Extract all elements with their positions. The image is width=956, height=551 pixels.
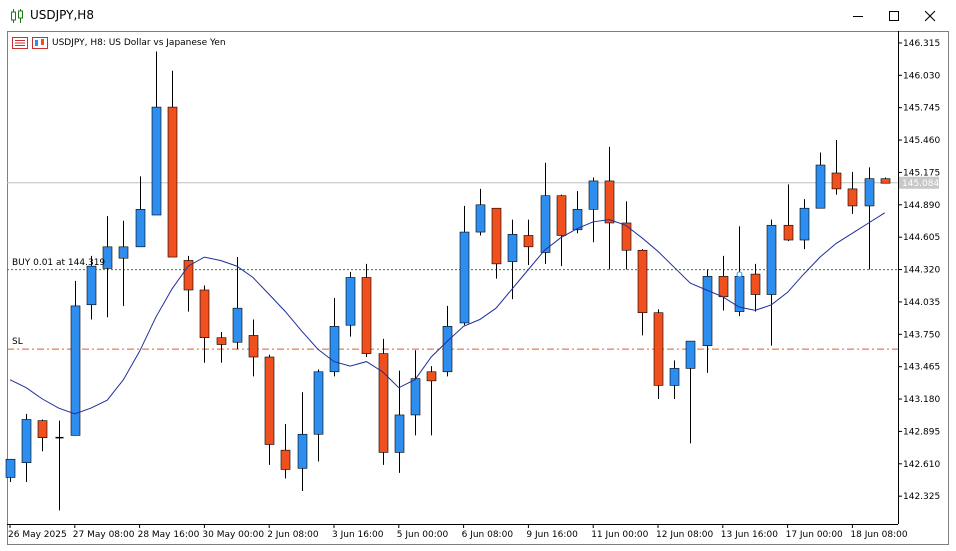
price-tick-label: 144.320 bbox=[903, 266, 940, 276]
candle bbox=[378, 338, 389, 465]
price-tick-label: 144.035 bbox=[903, 298, 940, 308]
time-tick-label: 27 May 08:00 bbox=[73, 530, 135, 540]
time-tick-label: 28 May 16:00 bbox=[138, 530, 200, 540]
candle-body bbox=[280, 449, 291, 470]
candle-body bbox=[588, 180, 599, 210]
current-price-label: 145.084 bbox=[902, 179, 939, 189]
candle-body bbox=[750, 273, 761, 295]
price-tick-label: 143.465 bbox=[903, 363, 940, 373]
time-tick-label: 9 Jun 16:00 bbox=[526, 530, 578, 540]
candle-body bbox=[475, 204, 486, 233]
price-tick-label: 144.605 bbox=[903, 233, 940, 243]
price-chart[interactable]: 146.315146.030145.745145.460145.175144.8… bbox=[0, 0, 956, 551]
candle-body bbox=[540, 195, 551, 253]
price-tick-label: 145.745 bbox=[903, 104, 940, 114]
candle-body bbox=[815, 164, 826, 209]
candle-body bbox=[86, 265, 97, 306]
price-tick-label: 142.610 bbox=[903, 460, 940, 470]
candle-body bbox=[831, 172, 842, 190]
candle-body bbox=[21, 419, 32, 463]
price-tick-label: 142.325 bbox=[903, 492, 940, 502]
candle-body bbox=[329, 326, 340, 373]
candle-body bbox=[361, 277, 372, 354]
price-tick-label: 143.180 bbox=[903, 395, 940, 405]
time-tick-label: 2 Jun 08:00 bbox=[267, 530, 319, 540]
candle-body bbox=[847, 188, 858, 207]
candle-body bbox=[880, 178, 891, 184]
candle-body bbox=[669, 368, 680, 386]
candle-body bbox=[783, 224, 794, 241]
candle-body bbox=[264, 356, 275, 445]
candle-body bbox=[37, 420, 48, 438]
time-tick-label: 11 Jun 00:00 bbox=[591, 530, 648, 540]
candle-body bbox=[410, 378, 421, 416]
buy-order-label[interactable]: BUY 0.01 at 144.319 bbox=[12, 258, 105, 268]
trade-entry-marker bbox=[736, 271, 743, 278]
candle bbox=[361, 263, 372, 358]
time-tick-label: 6 Jun 08:00 bbox=[462, 530, 514, 540]
candle-body bbox=[604, 180, 615, 224]
candle-body bbox=[183, 260, 194, 291]
candle-body bbox=[297, 433, 308, 469]
time-tick-label: 13 Jun 16:00 bbox=[721, 530, 778, 540]
candle-body bbox=[459, 231, 470, 324]
candle-body bbox=[5, 458, 16, 478]
time-tick-label: 26 May 2025 bbox=[8, 530, 67, 540]
candle bbox=[653, 309, 664, 400]
candle-body bbox=[442, 326, 453, 373]
candle-body bbox=[199, 289, 210, 339]
price-tick-label: 142.895 bbox=[903, 427, 940, 437]
candle-body bbox=[70, 305, 81, 436]
chart-header: USDJPY, H8: US Dollar vs Japanese Yen bbox=[12, 36, 226, 50]
candle-body bbox=[248, 335, 259, 358]
candle-body bbox=[378, 353, 389, 453]
candle-body bbox=[864, 178, 875, 207]
price-tick-label: 146.030 bbox=[903, 71, 940, 81]
candle-body bbox=[491, 207, 502, 265]
time-tick-label: 3 Jun 16:00 bbox=[332, 530, 384, 540]
candle-body bbox=[216, 337, 227, 345]
candle-body bbox=[799, 207, 810, 241]
candle-body bbox=[507, 234, 518, 262]
candle-body bbox=[313, 371, 324, 435]
candle-body bbox=[556, 195, 567, 236]
time-tick-label: 17 Jun 00:00 bbox=[786, 530, 843, 540]
candle-body bbox=[653, 312, 664, 386]
candle-body bbox=[118, 246, 129, 259]
candle-body bbox=[685, 340, 696, 369]
list-icon[interactable] bbox=[12, 34, 28, 53]
candle-body bbox=[167, 106, 178, 258]
candle-body bbox=[718, 276, 729, 298]
candle-body bbox=[232, 307, 243, 343]
time-tick-label: 12 Jun 08:00 bbox=[656, 530, 713, 540]
stop-loss-label[interactable]: SL bbox=[12, 337, 23, 347]
time-tick-label: 5 Jun 00:00 bbox=[397, 530, 449, 540]
price-tick-label: 143.750 bbox=[903, 330, 940, 340]
chart-frame bbox=[7, 31, 949, 545]
candle-body bbox=[621, 222, 632, 251]
candle-body bbox=[637, 249, 648, 314]
candle-body bbox=[523, 235, 534, 248]
time-tick-label: 30 May 00:00 bbox=[202, 530, 264, 540]
candle-body bbox=[702, 276, 713, 346]
candle bbox=[880, 177, 891, 184]
candle-body bbox=[394, 414, 405, 453]
candle-body bbox=[151, 106, 162, 216]
price-tick-label: 145.460 bbox=[903, 136, 940, 146]
price-tick-label: 144.890 bbox=[903, 201, 940, 211]
candle-body bbox=[734, 276, 745, 312]
candle-body bbox=[766, 224, 777, 295]
candle-body bbox=[345, 277, 356, 326]
chart-symbol-description: USDJPY, H8: US Dollar vs Japanese Yen bbox=[52, 38, 226, 48]
candle-body bbox=[426, 371, 437, 382]
candle-body bbox=[135, 209, 146, 248]
chart-type-icon[interactable] bbox=[32, 34, 48, 53]
time-tick-label: 18 Jun 08:00 bbox=[850, 530, 907, 540]
price-tick-label: 146.315 bbox=[903, 39, 940, 49]
